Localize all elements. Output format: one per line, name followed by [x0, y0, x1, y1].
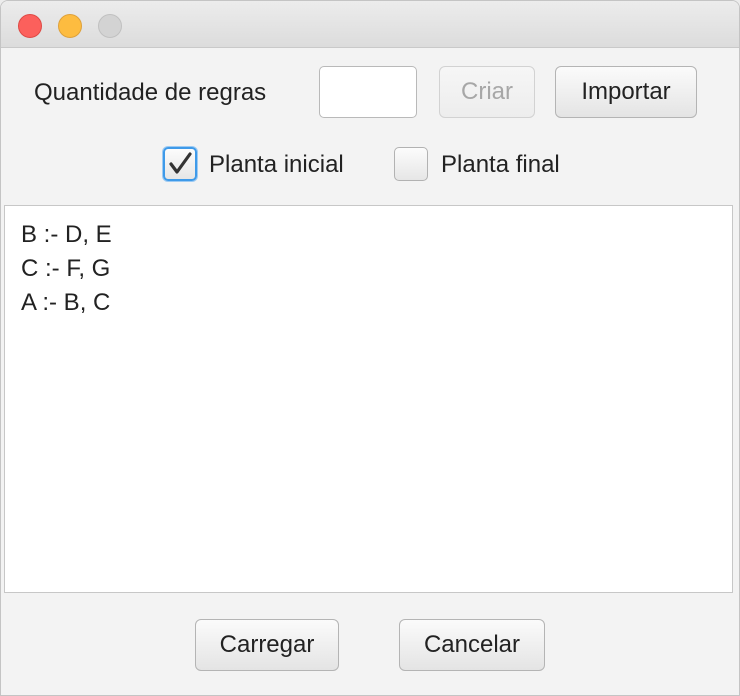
rule-line: B :- D, E — [21, 221, 112, 248]
cancel-button[interactable]: Cancelar — [399, 619, 545, 671]
title-bar[interactable] — [1, 1, 739, 48]
final-plant-checkbox[interactable] — [394, 147, 428, 181]
load-button[interactable]: Carregar — [195, 619, 339, 671]
initial-plant-checkbox[interactable] — [163, 147, 197, 181]
rules-text-area[interactable]: B :- D, E C :- F, G A :- B, C — [4, 205, 733, 593]
close-window-button[interactable] — [18, 14, 42, 38]
checkmark-icon — [169, 152, 192, 174]
import-button[interactable]: Importar — [555, 66, 697, 118]
rule-count-label: Quantidade de regras — [34, 79, 267, 106]
minimize-window-button[interactable] — [58, 14, 82, 38]
rule-line: A :- B, C — [21, 289, 111, 316]
rule-count-input[interactable] — [319, 66, 417, 118]
create-button[interactable]: Criar — [439, 66, 535, 118]
dialog-window: Quantidade de regras Criar Importar Plan… — [0, 0, 740, 696]
initial-plant-label[interactable]: Planta inicial — [209, 151, 344, 179]
rule-line: C :- F, G — [21, 255, 111, 282]
zoom-window-button[interactable] — [98, 14, 122, 38]
final-plant-label[interactable]: Planta final — [441, 151, 560, 179]
